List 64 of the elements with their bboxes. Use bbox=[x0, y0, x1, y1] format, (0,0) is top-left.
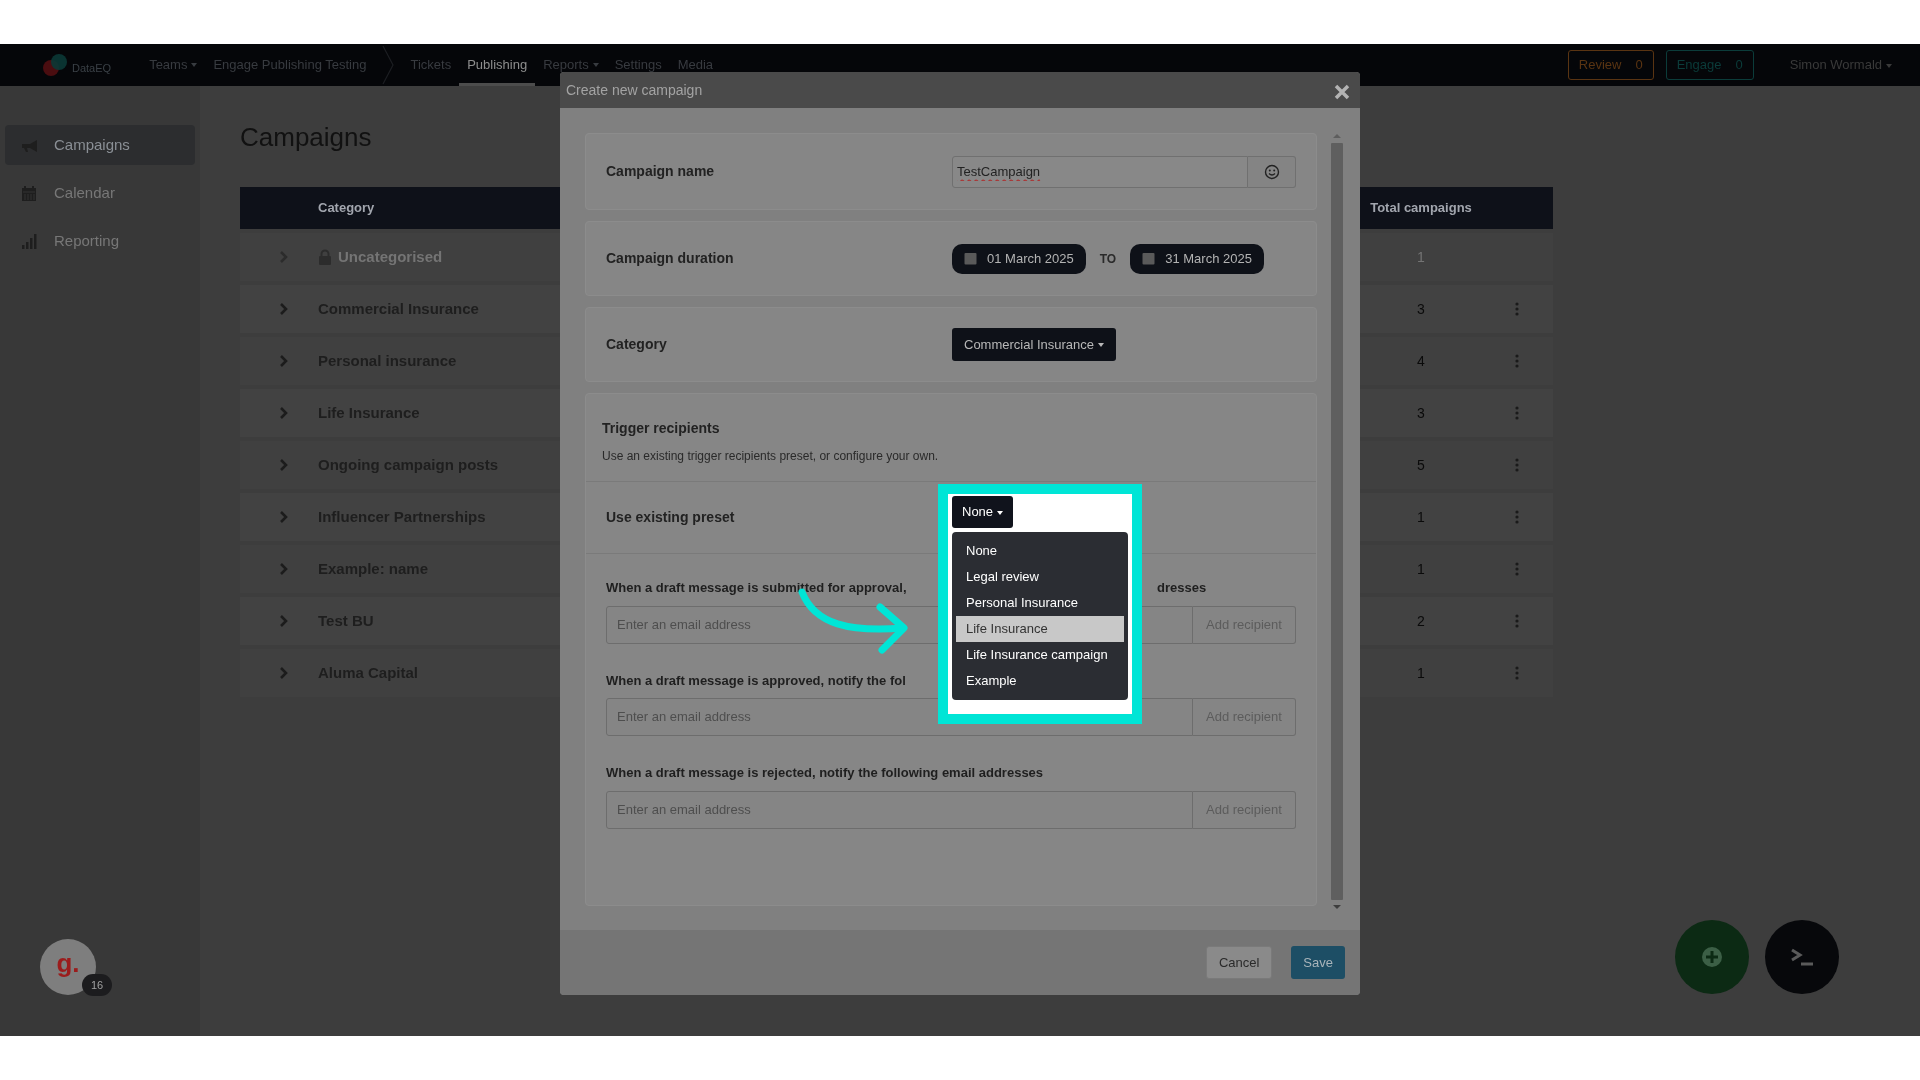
campaign-count: 3 bbox=[1417, 300, 1425, 317]
kebab-menu-icon bbox=[1515, 302, 1519, 317]
field-label: dresses bbox=[1157, 579, 1207, 597]
sidebar-item[interactable]: Calendar bbox=[5, 173, 195, 213]
close-icon bbox=[1334, 83, 1350, 100]
dropdown-item[interactable]: Life Insurance bbox=[956, 616, 1124, 642]
bar-chart-icon bbox=[20, 232, 38, 250]
kebab-menu-icon bbox=[1515, 562, 1519, 577]
field-label: Campaign duration bbox=[606, 249, 735, 268]
cancel-button[interactable]: Cancel bbox=[1205, 946, 1273, 979]
field-label: Campaign name bbox=[606, 162, 716, 181]
column-header: Total campaigns bbox=[1370, 200, 1472, 216]
dropdown-item[interactable]: Legal review bbox=[956, 564, 1124, 590]
name-field[interactable]: TestCampaign bbox=[952, 155, 1248, 188]
scroll-down-icon bbox=[1332, 904, 1341, 910]
logo-icon bbox=[42, 53, 68, 77]
nav-link[interactable]: Publishing bbox=[459, 44, 536, 86]
modal-title: Create new campaign bbox=[566, 80, 703, 100]
chevron-right-icon bbox=[279, 458, 289, 473]
calendar-icon bbox=[1142, 252, 1156, 265]
sidebar-item[interactable]: Reporting bbox=[5, 221, 195, 261]
notification-badge: 16 bbox=[82, 974, 112, 996]
kebab-menu-icon bbox=[1515, 614, 1519, 629]
section-title: Trigger recipients bbox=[602, 419, 721, 438]
kebab-menu-icon bbox=[1515, 458, 1519, 473]
chevron-right-icon bbox=[279, 614, 289, 629]
chevron-right-icon bbox=[279, 354, 289, 369]
kebab-menu-icon bbox=[1515, 510, 1519, 525]
date-picker-button[interactable]: 01 March 2025 bbox=[952, 243, 1086, 274]
campaign-count: 2 bbox=[1417, 612, 1425, 629]
section-description: Use an existing trigger recipients preset, or configure your own. bbox=[602, 448, 940, 465]
calendar-icon bbox=[20, 184, 38, 202]
scroll-up-icon bbox=[1332, 133, 1341, 139]
dropdown-item[interactable]: None bbox=[956, 538, 1124, 564]
kebab-menu-icon bbox=[1515, 666, 1519, 681]
field-label: When a draft message is approved, notify the fol bbox=[606, 671, 906, 690]
emoji-button[interactable] bbox=[1248, 155, 1296, 188]
column-header: Category bbox=[318, 199, 375, 218]
kebab-menu-icon bbox=[1515, 406, 1519, 421]
chevron-right-icon bbox=[279, 302, 289, 317]
field-label: When a draft message is rejected, notify the following email addresses bbox=[606, 764, 1044, 782]
save-button[interactable]: Save bbox=[1291, 946, 1345, 979]
campaign-count: 3 bbox=[1417, 404, 1425, 421]
category-dropdown[interactable]: Commercial Insurance bbox=[952, 328, 1117, 361]
smiley-icon bbox=[1263, 163, 1280, 180]
date-picker-button[interactable]: 31 March 2025 bbox=[1130, 243, 1264, 274]
range-separator: TO bbox=[1099, 250, 1117, 268]
chevron-right-icon bbox=[279, 510, 289, 525]
chevron-right-icon bbox=[279, 562, 289, 577]
plus-circle-icon bbox=[1701, 946, 1723, 968]
field-label: Use existing preset bbox=[606, 508, 736, 527]
calendar-icon bbox=[964, 252, 977, 265]
kebab-menu-icon bbox=[1515, 354, 1519, 369]
chevron-separator-icon bbox=[382, 44, 395, 86]
chevron-right-icon bbox=[279, 666, 289, 681]
field-label: Category bbox=[606, 335, 668, 354]
chevron-right-icon bbox=[279, 406, 289, 421]
campaign-count: 1 bbox=[1417, 508, 1425, 525]
dropdown-item[interactable]: Life Insurance campaign bbox=[956, 642, 1124, 668]
sidebar-item[interactable]: Campaigns bbox=[5, 125, 195, 165]
preset-dropdown[interactable]: None bbox=[952, 496, 1014, 528]
terminal-icon bbox=[1790, 947, 1814, 967]
dropdown-item[interactable]: Example bbox=[956, 668, 1124, 694]
logo-text: DataEQ bbox=[72, 60, 112, 76]
